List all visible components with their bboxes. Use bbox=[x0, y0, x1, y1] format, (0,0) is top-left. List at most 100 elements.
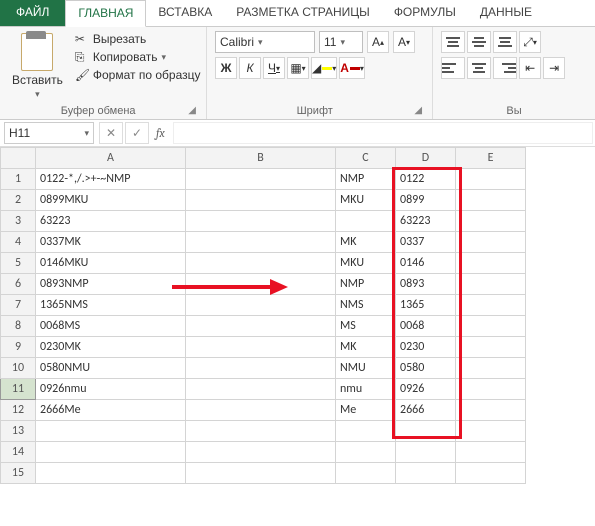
cell[interactable] bbox=[36, 442, 186, 463]
cancel-formula-button[interactable]: ✕ bbox=[99, 122, 123, 144]
tab-formulas[interactable]: ФОРМУЛЫ bbox=[382, 0, 468, 26]
cell[interactable] bbox=[36, 421, 186, 442]
cell[interactable] bbox=[186, 400, 336, 421]
cell[interactable]: 2666Me bbox=[36, 400, 186, 421]
cell[interactable]: NMP bbox=[336, 169, 396, 190]
cell[interactable] bbox=[456, 358, 526, 379]
orientation-button[interactable]: ⤢▾ bbox=[519, 31, 541, 53]
tab-page-layout[interactable]: РАЗМЕТКА СТРАНИЦЫ bbox=[224, 0, 382, 26]
cell[interactable] bbox=[456, 421, 526, 442]
align-middle-button[interactable] bbox=[467, 31, 491, 53]
row-header[interactable]: 10 bbox=[1, 358, 36, 379]
cell[interactable] bbox=[336, 463, 396, 484]
align-bottom-button[interactable] bbox=[493, 31, 517, 53]
align-right-button[interactable] bbox=[493, 57, 517, 79]
cell[interactable]: 0580 bbox=[396, 358, 456, 379]
underline-button[interactable]: Ч▾ bbox=[263, 57, 285, 79]
enter-formula-button[interactable]: ✓ bbox=[125, 122, 149, 144]
cell[interactable] bbox=[186, 358, 336, 379]
row-header[interactable]: 8 bbox=[1, 316, 36, 337]
cell[interactable]: 0580NMU bbox=[36, 358, 186, 379]
cell[interactable] bbox=[186, 316, 336, 337]
cell[interactable] bbox=[186, 169, 336, 190]
col-header-D[interactable]: D bbox=[396, 148, 456, 169]
cell[interactable] bbox=[186, 463, 336, 484]
cell[interactable] bbox=[186, 295, 336, 316]
decrease-indent-button[interactable]: ⇤ bbox=[519, 57, 541, 79]
cell[interactable] bbox=[186, 379, 336, 400]
cell[interactable] bbox=[456, 463, 526, 484]
align-left-button[interactable] bbox=[441, 57, 465, 79]
format-painter-button[interactable]: 🖌 Формат по образцу bbox=[73, 67, 203, 83]
cell[interactable] bbox=[186, 190, 336, 211]
col-header-E[interactable]: E bbox=[456, 148, 526, 169]
cell[interactable]: 0337 bbox=[396, 232, 456, 253]
borders-button[interactable]: ▦▾ bbox=[287, 57, 309, 79]
row-header[interactable]: 6 bbox=[1, 274, 36, 295]
cell[interactable]: MK bbox=[336, 232, 396, 253]
col-header-C[interactable]: C bbox=[336, 148, 396, 169]
cell[interactable] bbox=[336, 211, 396, 232]
cell[interactable]: 0068 bbox=[396, 316, 456, 337]
cell[interactable] bbox=[456, 316, 526, 337]
row-header[interactable]: 9 bbox=[1, 337, 36, 358]
bold-button[interactable]: Ж bbox=[215, 57, 237, 79]
paste-button[interactable]: Вставить ▾ bbox=[8, 31, 67, 102]
cell[interactable] bbox=[456, 232, 526, 253]
cell[interactable] bbox=[456, 190, 526, 211]
cut-button[interactable]: ✂ Вырезать bbox=[73, 31, 203, 47]
font-size-combo[interactable]: 11▾ bbox=[319, 31, 363, 53]
col-header-A[interactable]: A bbox=[36, 148, 186, 169]
cell[interactable]: 0146 bbox=[396, 253, 456, 274]
tab-insert[interactable]: ВСТАВКА bbox=[146, 0, 224, 26]
cell[interactable]: MS bbox=[336, 316, 396, 337]
cell[interactable]: NMP bbox=[336, 274, 396, 295]
cell[interactable] bbox=[186, 421, 336, 442]
cell[interactable] bbox=[336, 421, 396, 442]
cell[interactable] bbox=[396, 442, 456, 463]
row-header[interactable]: 12 bbox=[1, 400, 36, 421]
cells-table[interactable]: A B C D E 10122-*,/.>+-~NMPNMP012220899M… bbox=[0, 147, 526, 484]
cell[interactable]: 0893NMP bbox=[36, 274, 186, 295]
cell[interactable]: 0230MK bbox=[36, 337, 186, 358]
cell[interactable]: 63223 bbox=[396, 211, 456, 232]
cell[interactable]: 0337MK bbox=[36, 232, 186, 253]
row-header[interactable]: 11 bbox=[1, 379, 36, 400]
cell[interactable] bbox=[186, 211, 336, 232]
cell[interactable]: 0899MKU bbox=[36, 190, 186, 211]
font-dialog-launcher[interactable]: ◢ bbox=[414, 105, 424, 116]
cell[interactable]: 0122-*,/.>+-~NMP bbox=[36, 169, 186, 190]
shrink-font-button[interactable]: A▾ bbox=[393, 31, 415, 53]
cell[interactable]: NMS bbox=[336, 295, 396, 316]
cell[interactable] bbox=[456, 295, 526, 316]
tab-data[interactable]: ДАННЫЕ bbox=[468, 0, 544, 26]
cell[interactable]: NMU bbox=[336, 358, 396, 379]
cell[interactable]: 0893 bbox=[396, 274, 456, 295]
clipboard-dialog-launcher[interactable]: ◢ bbox=[188, 105, 198, 116]
cell[interactable]: 0230 bbox=[396, 337, 456, 358]
cell[interactable] bbox=[396, 421, 456, 442]
row-header[interactable]: 1 bbox=[1, 169, 36, 190]
italic-button[interactable]: К bbox=[239, 57, 261, 79]
cell[interactable] bbox=[456, 211, 526, 232]
cell[interactable]: 0146MKU bbox=[36, 253, 186, 274]
cell[interactable] bbox=[456, 169, 526, 190]
cell[interactable]: 0122 bbox=[396, 169, 456, 190]
cell[interactable] bbox=[186, 253, 336, 274]
cell[interactable] bbox=[456, 337, 526, 358]
cell[interactable]: 0068MS bbox=[36, 316, 186, 337]
cell[interactable] bbox=[456, 442, 526, 463]
font-color-button[interactable]: A▾ bbox=[339, 57, 365, 79]
fill-color-button[interactable]: ◢▾ bbox=[311, 57, 337, 79]
cell[interactable]: 1365NMS bbox=[36, 295, 186, 316]
row-header[interactable]: 3 bbox=[1, 211, 36, 232]
row-header[interactable]: 15 bbox=[1, 463, 36, 484]
cell[interactable] bbox=[186, 232, 336, 253]
cell[interactable] bbox=[456, 379, 526, 400]
select-all-corner[interactable] bbox=[1, 148, 36, 169]
cell[interactable] bbox=[456, 253, 526, 274]
cell[interactable]: 0926nmu bbox=[36, 379, 186, 400]
cell[interactable] bbox=[456, 274, 526, 295]
cell[interactable] bbox=[186, 442, 336, 463]
formula-input[interactable] bbox=[173, 122, 593, 144]
